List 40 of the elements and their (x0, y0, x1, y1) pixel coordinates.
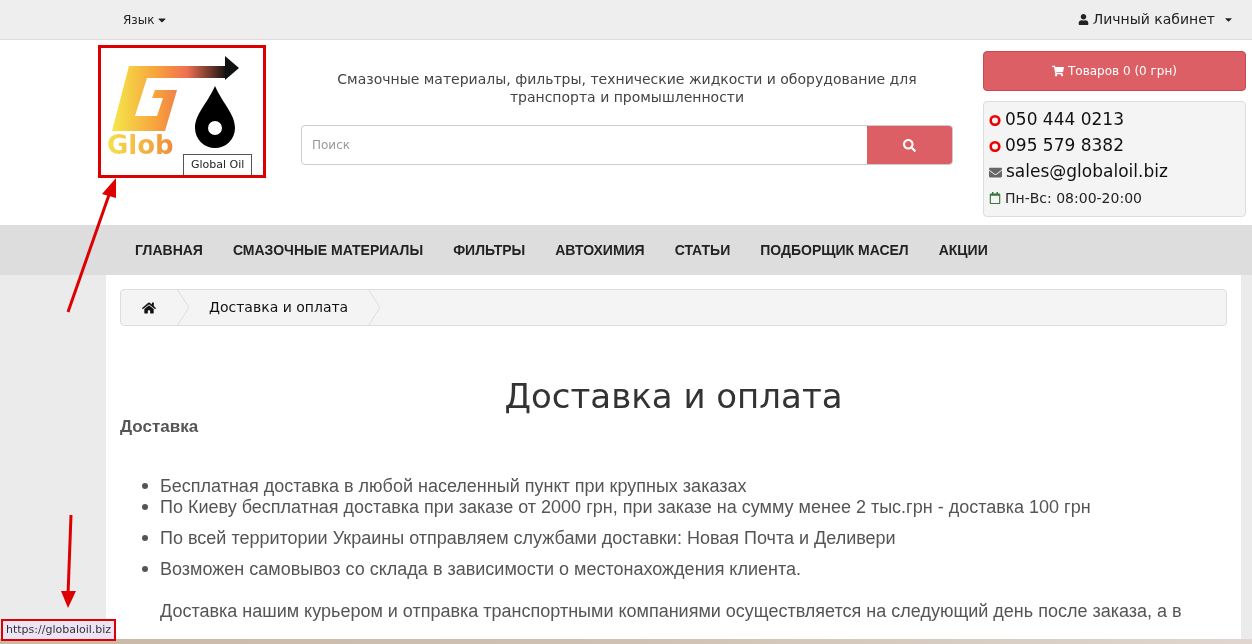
list-item: Бесплатная доставка в любой населенный пункт при крупных заказах (160, 475, 747, 497)
list-item: Возможен самовывоз со склада в зависимости о местонахождения клиента. (160, 557, 801, 580)
nav-link[interactable]: СМАЗОЧНЫЕ МАТЕРИАЛЫ (217, 239, 439, 261)
phone-number[interactable]: 095 579 8382 (1005, 133, 1124, 159)
phone-number[interactable]: 050 444 0213 (1005, 107, 1124, 133)
tagline: Смазочные материалы, фильтры, технические жидкости и оборудование для транспорта и промышленности (336, 70, 918, 106)
nav-link[interactable]: ФИЛЬТРЫ (438, 239, 541, 261)
user-icon (1077, 14, 1089, 25)
nav-link[interactable]: АВТОХИМИЯ (540, 239, 660, 261)
nav-link[interactable]: АКЦИИ (923, 239, 1003, 261)
tooltip: Global Oil (183, 154, 253, 177)
page-title: Доставка и оплата (503, 376, 844, 416)
paragraph: Доставка нашим курьером и отправка транспортными компаниями осуществляется на следующий день после заказа, а в (159, 599, 1183, 623)
section-heading: Доставка (120, 416, 200, 438)
calendar-icon (989, 192, 1001, 204)
logo[interactable]: Glob Global Oil (103, 48, 265, 178)
email-link[interactable]: sales@globaloil.biz (1006, 159, 1168, 185)
cart-button[interactable]: Товаров 0 (0 грн) (983, 51, 1246, 91)
list-item: По Киеву бесплатная доставка при заказе от 2000 грн, при заказе на сумму менее 2 тыс.грн - доставка 100 грн (160, 496, 1091, 518)
nav-link[interactable]: ГЛАВНАЯ (120, 239, 218, 261)
bullet-icon (142, 565, 148, 572)
bullet-icon (142, 534, 148, 541)
account-dropdown[interactable]: Личный кабинет (1077, 9, 1234, 30)
list-item: По всей территории Украины отправляем службами доставки: Новая Почта и Деливери (160, 526, 896, 549)
status-url: https://globaloil.biz (1, 619, 117, 641)
search-field[interactable]: Поиск (301, 125, 953, 165)
cart-icon (1052, 65, 1064, 77)
home-icon (142, 300, 156, 315)
nav-link[interactable]: СТАТЬИ (659, 239, 746, 261)
language-dropdown[interactable]: Язык (123, 10, 169, 29)
search-input[interactable]: Поиск (302, 126, 867, 164)
nav-link[interactable]: ПОДБОРЩИК МАСЕЛ (745, 239, 924, 261)
bullet-icon (142, 482, 148, 489)
envelope-icon (989, 165, 1002, 179)
phone-operator-icon (989, 140, 1001, 152)
search-icon (903, 138, 916, 152)
phone-operator-icon (989, 114, 1001, 126)
breadcrumb-link[interactable]: Доставка и оплата (189, 297, 369, 318)
opening-hours: Пн-Вс: 08:00-20:00 (1005, 188, 1142, 208)
bullet-icon (142, 503, 148, 510)
